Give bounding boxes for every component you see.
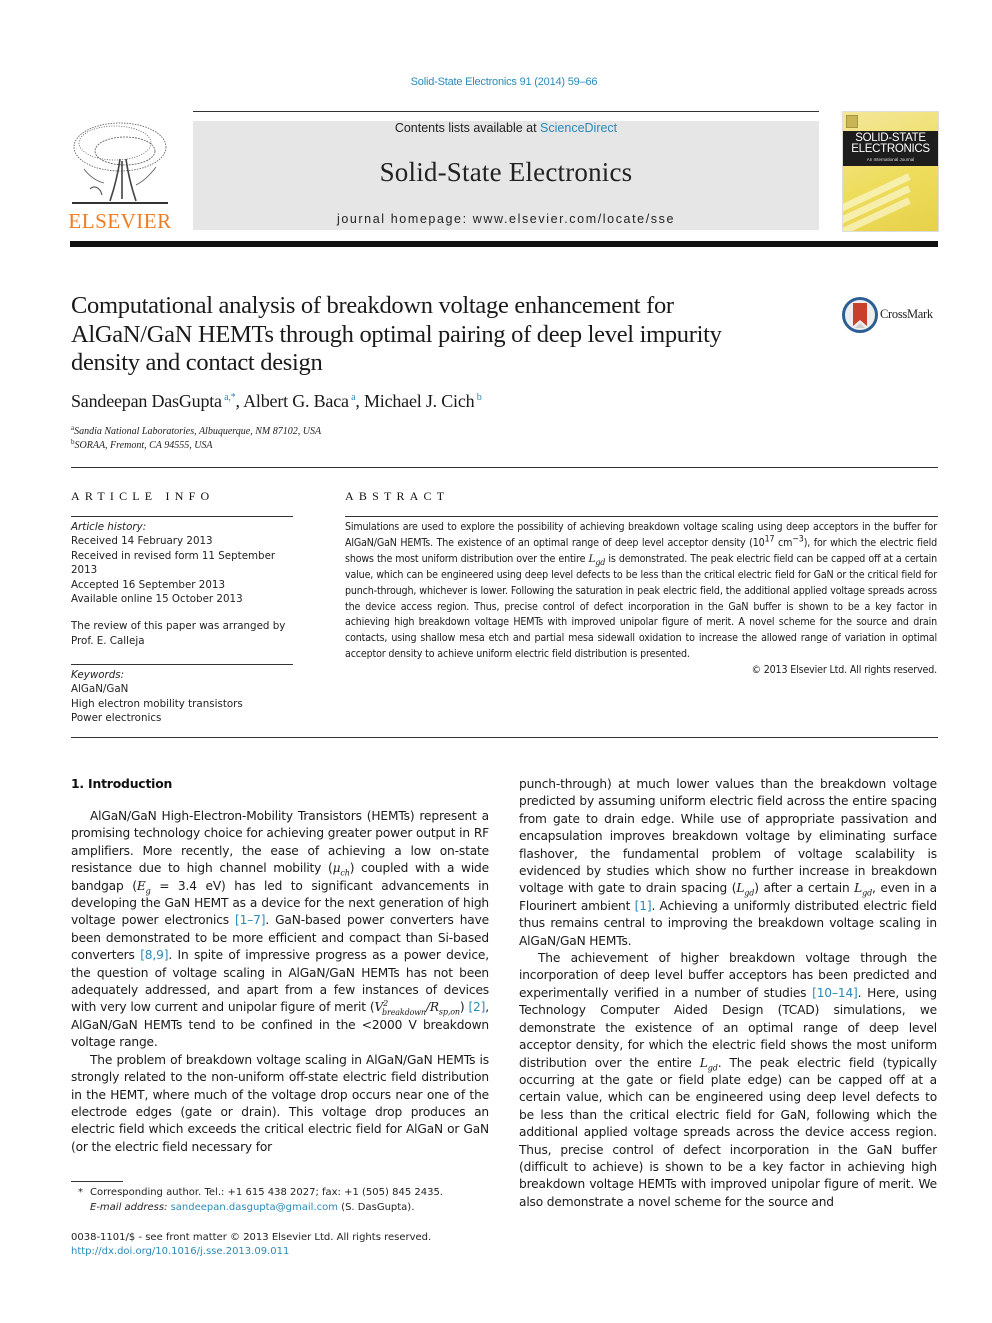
crossmark-button[interactable]: CrossMark bbox=[842, 297, 942, 333]
abstract-rule bbox=[345, 516, 938, 517]
history-entry: Received 14 February 2013 bbox=[71, 535, 213, 548]
elsevier-logo[interactable]: ELSEVIER bbox=[66, 115, 174, 233]
paragraph: punch-through) at much lower values than… bbox=[519, 777, 938, 948]
footnotes: * Corresponding author. Tel.: +1 615 438 … bbox=[71, 1186, 491, 1215]
front-matter-text: 0038-1101/$ - see front matter © 2013 El… bbox=[71, 1232, 432, 1243]
paragraph: AlGaN/GaN High-Electron-Mobility Transis… bbox=[71, 809, 490, 1050]
elsevier-wordmark: ELSEVIER bbox=[68, 209, 172, 233]
citation-link[interactable]: [1–7] bbox=[235, 913, 266, 927]
cover-subtitle: An International Journal bbox=[866, 157, 915, 162]
keyword: AlGaN/GaN bbox=[71, 683, 129, 696]
doi-link[interactable]: http://dx.doi.org/10.1016/j.sse.2013.09.… bbox=[71, 1245, 491, 1259]
journal-cover-thumbnail[interactable]: SOLID-STATE ELECTRONICS An International… bbox=[842, 111, 939, 232]
paragraph: The problem of breakdown voltage scaling… bbox=[71, 1052, 489, 1154]
front-matter: 0038-1101/$ - see front matter © 2013 El… bbox=[71, 1231, 491, 1259]
sciencedirect-link[interactable]: ScienceDirect bbox=[540, 121, 617, 135]
history-entry: Accepted 16 September 2013 bbox=[71, 578, 226, 591]
affiliation: aSandia National Laboratories, Albuquerq… bbox=[71, 424, 322, 438]
homepage-url[interactable]: www.elsevier.com/locate/sse bbox=[473, 212, 675, 226]
citation-link[interactable]: [10–14] bbox=[812, 986, 858, 1000]
email-note: E-mail address: sandeepan.dasgupta@gmail… bbox=[90, 1201, 415, 1213]
paragraph: The achievement of higher breakdown volt… bbox=[519, 951, 937, 1209]
citation-link[interactable]: [2] bbox=[468, 1000, 485, 1014]
body-column-left: AlGaN/GaN High-Electron-Mobility Transis… bbox=[71, 808, 489, 1156]
keywords: Keywords: AlGaN/GaN High electron mobili… bbox=[71, 668, 293, 726]
crossmark-icon bbox=[842, 297, 878, 333]
copyright: © 2013 Elsevier Ltd. All rights reserved… bbox=[751, 664, 937, 677]
cover-emblem-icon bbox=[846, 115, 858, 128]
corresponding-author-note: * Corresponding author. Tel.: +1 615 438 … bbox=[78, 1187, 443, 1198]
journal-name: Solid-State Electronics bbox=[379, 157, 633, 187]
author-name[interactable]: Sandeepan DasGupta bbox=[71, 391, 222, 411]
author-marks[interactable]: a,* bbox=[224, 392, 236, 403]
abstract-text: Simulations are used to explore the poss… bbox=[345, 520, 937, 679]
affiliations: aSandia National Laboratories, Albuquerq… bbox=[71, 425, 321, 453]
email-link[interactable]: sandeepan.dasgupta@gmail.com bbox=[171, 1202, 338, 1213]
footnote-rule bbox=[71, 1181, 123, 1182]
keywords-rule bbox=[71, 664, 293, 665]
history-entry: Received in revised form 11 September 20… bbox=[71, 549, 276, 577]
journal-citation-link[interactable]: Solid-State Electronics 91 (2014) 59–66 bbox=[0, 76, 992, 88]
crossmark-label: CrossMark bbox=[880, 307, 933, 321]
cover-title: SOLID-STATE ELECTRONICS bbox=[851, 132, 930, 155]
citation-link[interactable]: [1] bbox=[635, 899, 652, 913]
elsevier-tree-icon bbox=[72, 122, 168, 204]
author-marks[interactable]: a bbox=[351, 392, 355, 403]
section-heading-introduction: 1. Introduction bbox=[71, 776, 173, 791]
keyword: Power electronics bbox=[71, 712, 162, 725]
author-name[interactable]: Michael J. Cich bbox=[364, 391, 475, 411]
article-info-heading: ARTICLE INFO bbox=[71, 489, 215, 503]
author-name[interactable]: Albert G. Baca bbox=[243, 391, 349, 411]
body-column-right: punch-through) at much lower values than… bbox=[519, 776, 937, 1211]
article-info-rule bbox=[71, 516, 293, 517]
header-thick-rule bbox=[70, 241, 938, 247]
article-title: Computational analysis of breakdown volt… bbox=[71, 292, 722, 376]
abstract-bottom-rule bbox=[71, 737, 938, 738]
author-list: Sandeepan DasGupta a,*, Albert G. Baca a… bbox=[71, 391, 482, 411]
journal-homepage: journal homepage: www.elsevier.com/locat… bbox=[336, 212, 676, 226]
header-rule bbox=[193, 111, 819, 112]
abstract-heading: ABSTRACT bbox=[345, 489, 450, 503]
history-entry: Available online 15 October 2013 bbox=[71, 593, 243, 606]
title-rule bbox=[71, 467, 938, 468]
review-note: The review of this paper was arranged by… bbox=[71, 620, 286, 647]
keyword: High electron mobility transistors bbox=[71, 697, 243, 710]
affiliation: bSORAA, Fremont, CA 94555, USA bbox=[71, 438, 213, 452]
article-history: Article history: Received 14 February 20… bbox=[71, 520, 293, 648]
author-marks[interactable]: b bbox=[477, 392, 482, 403]
journal-banner: Contents lists available at ScienceDirec… bbox=[193, 121, 819, 230]
citation-link[interactable]: [8,9] bbox=[140, 948, 168, 962]
contents-line: Contents lists available at ScienceDirec… bbox=[394, 121, 618, 135]
